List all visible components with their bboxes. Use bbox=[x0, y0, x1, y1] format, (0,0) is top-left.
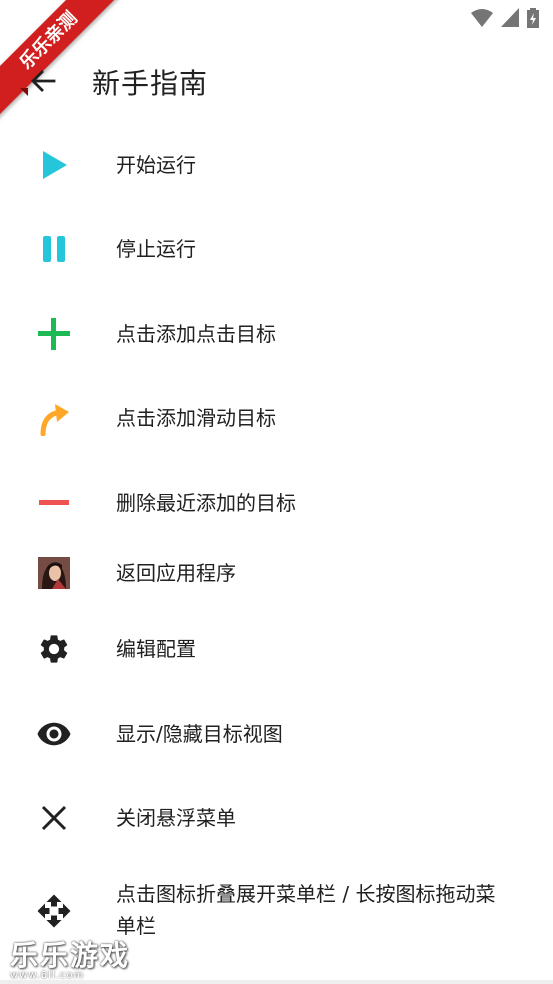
curved-arrow-icon bbox=[34, 398, 74, 438]
menu-item-label: 点击添加点击目标 bbox=[116, 322, 276, 346]
close-icon bbox=[34, 798, 74, 838]
menu-item-label: 停止运行 bbox=[116, 237, 196, 261]
back-button[interactable] bbox=[22, 60, 64, 102]
wifi-icon bbox=[471, 9, 493, 27]
menu-item-add-swipe-target[interactable]: 点击添加滑动目标 bbox=[0, 398, 553, 438]
menu-item-delete-recent-target[interactable]: 删除最近添加的目标 bbox=[0, 483, 553, 523]
menu-item-label: 开始运行 bbox=[116, 153, 196, 177]
menu-item-return-app[interactable]: 返回应用程序 bbox=[0, 553, 553, 593]
status-icons bbox=[471, 8, 539, 28]
battery-icon bbox=[527, 8, 539, 28]
plus-icon bbox=[34, 314, 74, 354]
menu-item-label: 点击添加滑动目标 bbox=[116, 406, 276, 430]
signal-icon bbox=[501, 8, 519, 27]
menu-item-edit-config[interactable]: 编辑配置 bbox=[0, 629, 553, 669]
app-avatar-icon bbox=[34, 553, 74, 593]
menu-item-close-float-menu[interactable]: 关闭悬浮菜单 bbox=[0, 798, 553, 838]
eye-icon bbox=[34, 714, 74, 754]
menu-item-stop[interactable]: 停止运行 bbox=[0, 229, 553, 269]
page-title: 新手指南 bbox=[92, 67, 209, 100]
menu-item-collapse-drag[interactable]: 点击图标折叠展开菜单栏 / 长按图标拖动菜 单栏 bbox=[0, 878, 553, 942]
menu-item-label: 点击图标折叠展开菜单栏 / 长按图标拖动菜 bbox=[116, 882, 496, 906]
menu-item-add-click-target[interactable]: 点击添加点击目标 bbox=[0, 314, 553, 354]
watermark-title: 乐乐游戏 bbox=[10, 939, 131, 972]
arrow-back-icon bbox=[31, 70, 56, 92]
menu-item-toggle-target-view[interactable]: 显示/隐藏目标视图 bbox=[0, 714, 553, 754]
gear-icon bbox=[34, 629, 74, 669]
bottom-edge bbox=[0, 980, 553, 984]
move-icon bbox=[34, 891, 74, 931]
menu-item-label: 删除最近添加的目标 bbox=[116, 491, 296, 515]
menu-item-label: 关闭悬浮菜单 bbox=[116, 806, 236, 830]
minus-icon bbox=[34, 483, 74, 523]
pause-icon bbox=[34, 229, 74, 269]
app-bar: 新手指南 bbox=[0, 38, 553, 122]
menu-item-start[interactable]: 开始运行 bbox=[0, 145, 553, 185]
menu-item-label: 编辑配置 bbox=[116, 637, 196, 661]
menu-item-label: 返回应用程序 bbox=[116, 561, 236, 585]
play-icon bbox=[34, 145, 74, 185]
watermark-logo: 乐乐游戏 www.6ll.com bbox=[10, 934, 131, 981]
menu-item-label: 显示/隐藏目标视图 bbox=[116, 722, 283, 746]
